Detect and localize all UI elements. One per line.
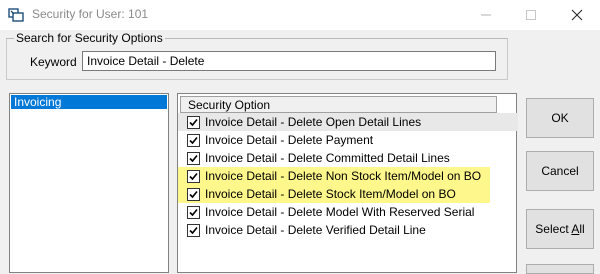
close-button[interactable] (554, 0, 600, 30)
checkbox[interactable] (187, 116, 200, 129)
checkmark-icon (189, 118, 198, 127)
close-icon (571, 9, 583, 21)
minimize-button[interactable] (463, 0, 509, 30)
select-all-button[interactable]: Select All (526, 209, 594, 249)
checkbox[interactable] (187, 152, 200, 165)
partial-button[interactable] (526, 264, 594, 274)
cancel-button[interactable]: Cancel (526, 151, 594, 191)
security-option-label: Invoice Detail - Delete Committed Detail… (205, 151, 450, 165)
security-option-label: Invoice Detail - Delete Open Detail Line… (205, 115, 422, 129)
checkmark-icon (189, 208, 198, 217)
security-option-row[interactable]: Invoice Detail - Delete Payment (178, 131, 490, 149)
window-title: Security for User: 101 (32, 7, 149, 21)
title-bar: Security for User: 101 (0, 0, 600, 30)
security-option-row[interactable]: Invoice Detail - Delete Non Stock Item/M… (178, 167, 490, 185)
security-option-column-header[interactable]: Security Option (180, 96, 497, 113)
checkmark-icon (189, 190, 198, 199)
module-item-invoicing[interactable]: Invoicing (11, 95, 167, 109)
security-option-label: Invoice Detail - Delete Payment (205, 133, 374, 147)
security-option-label: Invoice Detail - Delete Non Stock Item/M… (205, 169, 482, 183)
security-option-label: Invoice Detail - Delete Stock Item/Model… (205, 187, 456, 201)
checkbox[interactable] (187, 206, 200, 219)
maximize-button[interactable] (508, 0, 554, 30)
security-option-row[interactable]: Invoice Detail - Delete Committed Detail… (178, 149, 490, 167)
security-option-label: Invoice Detail - Delete Verified Detail … (205, 223, 426, 237)
maximize-icon (526, 10, 536, 20)
search-group-label: Search for Security Options (14, 31, 165, 45)
checkmark-icon (189, 226, 198, 235)
ok-button[interactable]: OK (526, 98, 594, 138)
checkmark-icon (189, 136, 198, 145)
minimize-icon (481, 14, 491, 16)
checkbox[interactable] (187, 170, 200, 183)
checkmark-icon (189, 172, 198, 181)
app-icon (8, 8, 24, 22)
security-options-list[interactable]: Security Option Invoice Detail - Delete … (177, 93, 518, 273)
module-list[interactable]: Invoicing (9, 93, 169, 273)
security-option-row[interactable]: Invoice Detail - Delete Stock Item/Model… (178, 185, 490, 203)
checkbox[interactable] (187, 224, 200, 237)
select-all-label-prefix: Select (535, 222, 572, 236)
checkbox[interactable] (187, 134, 200, 147)
security-option-row[interactable]: Invoice Detail - Delete Open Detail Line… (178, 113, 518, 131)
keyword-label: Keyword (30, 55, 77, 69)
security-option-row[interactable]: Invoice Detail - Delete Model With Reser… (178, 203, 490, 221)
select-all-label-suffix: ll (579, 222, 585, 236)
checkmark-icon (189, 154, 198, 163)
security-option-row[interactable]: Invoice Detail - Delete Verified Detail … (178, 221, 490, 239)
checkbox[interactable] (187, 188, 200, 201)
security-option-label: Invoice Detail - Delete Model With Reser… (205, 205, 475, 219)
keyword-input[interactable]: Invoice Detail - Delete (82, 51, 496, 71)
